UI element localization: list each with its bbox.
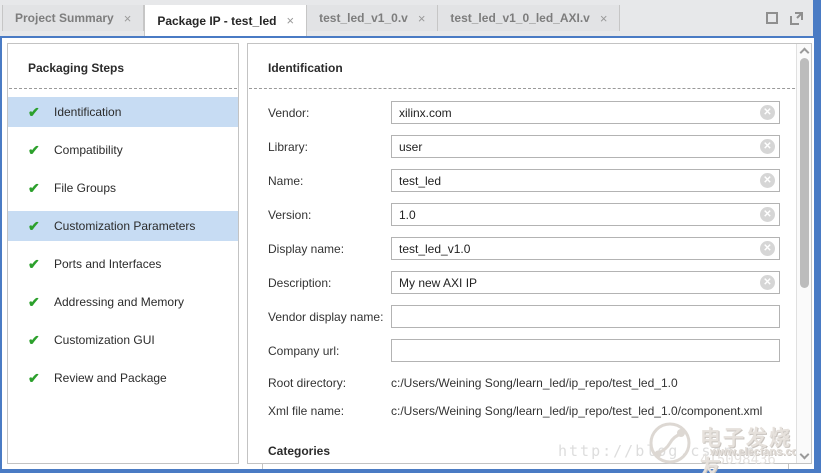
watermark-site-url: www.elecfans.com xyxy=(710,446,808,458)
identification-panel: Identification Vendor: ✕ Library: ✕ Name… xyxy=(247,43,812,464)
sidebar-item-compatibility[interactable]: ✔ Compatibility xyxy=(8,135,238,165)
sidebar-item-label: Ports and Interfaces xyxy=(54,257,161,271)
tab-package-ip[interactable]: Package IP - test_led × xyxy=(144,5,307,36)
sidebar-item-label: File Groups xyxy=(54,181,116,195)
float-window-icon[interactable] xyxy=(766,12,778,25)
sidebar-item-identification[interactable]: ✔ Identification xyxy=(8,97,238,127)
content-area: Packaging Steps ✔ Identification ✔ Compa… xyxy=(2,38,814,469)
categories-box xyxy=(262,463,789,469)
close-icon[interactable]: × xyxy=(416,12,428,25)
checkmark-icon: ✔ xyxy=(28,218,46,235)
checkmark-icon: ✔ xyxy=(28,294,46,311)
sidebar-item-file-groups[interactable]: ✔ File Groups xyxy=(8,173,238,203)
root-directory-label: Root directory: xyxy=(268,376,391,390)
name-row: Name: ✕ xyxy=(268,169,780,192)
close-icon[interactable]: × xyxy=(122,12,134,25)
vendor-display-name-field[interactable] xyxy=(391,305,780,328)
version-field[interactable] xyxy=(391,203,780,226)
library-label: Library: xyxy=(268,140,391,154)
xml-file-name-row: Xml file name: c:/Users/Weining Song/lea… xyxy=(268,403,762,419)
window-controls xyxy=(766,12,803,25)
clear-field-icon[interactable]: ✕ xyxy=(760,139,775,154)
identification-title: Identification xyxy=(268,61,343,75)
sidebar-item-label: Review and Package xyxy=(54,371,167,385)
clear-field-icon[interactable]: ✕ xyxy=(760,275,775,290)
vendor-field[interactable] xyxy=(391,101,780,124)
scrollbar-thumb[interactable] xyxy=(800,58,809,288)
separator xyxy=(9,88,237,89)
version-label: Version: xyxy=(268,208,391,222)
xml-file-name-label: Xml file name: xyxy=(268,404,391,418)
display-name-field[interactable] xyxy=(391,237,780,260)
tab-label: Package IP - test_led xyxy=(157,14,276,28)
vivado-package-ip-window: Project Summary × Package IP - test_led … xyxy=(0,0,821,473)
categories-title: Categories xyxy=(268,444,330,458)
vendor-label: Vendor: xyxy=(268,106,391,120)
checkmark-icon: ✔ xyxy=(28,256,46,273)
sidebar-item-review-and-package[interactable]: ✔ Review and Package xyxy=(8,363,238,393)
separator xyxy=(249,88,810,89)
clear-field-icon[interactable]: ✕ xyxy=(760,173,775,188)
checkmark-icon: ✔ xyxy=(28,332,46,349)
checkmark-icon: ✔ xyxy=(28,142,46,159)
vendor-display-name-row: Vendor display name: xyxy=(268,305,780,328)
sidebar-item-ports-and-interfaces[interactable]: ✔ Ports and Interfaces xyxy=(8,249,238,279)
description-field[interactable] xyxy=(391,271,780,294)
sidebar-item-customization-gui[interactable]: ✔ Customization GUI xyxy=(8,325,238,355)
tab-label: Project Summary xyxy=(15,11,114,25)
checkmark-icon: ✔ xyxy=(28,104,46,121)
company-url-field[interactable] xyxy=(391,339,780,362)
packaging-steps-list: ✔ Identification ✔ Compatibility ✔ File … xyxy=(8,97,238,401)
sidebar-item-label: Customization GUI xyxy=(54,333,155,347)
maximize-icon[interactable] xyxy=(790,12,803,25)
sidebar-title: Packaging Steps xyxy=(28,61,124,75)
root-directory-value: c:/Users/Weining Song/learn_led/ip_repo/… xyxy=(391,376,678,390)
library-field[interactable] xyxy=(391,135,780,158)
name-field[interactable] xyxy=(391,169,780,192)
sidebar-item-label: Identification xyxy=(54,105,121,119)
close-icon[interactable]: × xyxy=(598,12,610,25)
packaging-steps-panel: Packaging Steps ✔ Identification ✔ Compa… xyxy=(7,43,239,464)
root-directory-row: Root directory: c:/Users/Weining Song/le… xyxy=(268,375,678,391)
company-url-label: Company url: xyxy=(268,344,391,358)
vertical-scrollbar[interactable] xyxy=(796,44,811,463)
library-row: Library: ✕ xyxy=(268,135,780,158)
version-row: Version: ✕ xyxy=(268,203,780,226)
vendor-row: Vendor: ✕ xyxy=(268,101,780,124)
description-row: Description: ✕ xyxy=(268,271,780,294)
description-label: Description: xyxy=(268,276,391,290)
watermark-url: http://blog.csdn.n xyxy=(558,442,757,460)
vendor-display-name-label: Vendor display name: xyxy=(268,310,391,324)
sidebar-item-addressing-and-memory[interactable]: ✔ Addressing and Memory xyxy=(8,287,238,317)
close-icon[interactable]: × xyxy=(285,14,297,27)
checkmark-icon: ✔ xyxy=(28,180,46,197)
company-url-row: Company url: xyxy=(268,339,780,362)
name-label: Name: xyxy=(268,174,391,188)
scroll-down-icon[interactable] xyxy=(800,450,810,460)
checkmark-icon: ✔ xyxy=(28,370,46,387)
clear-field-icon[interactable]: ✕ xyxy=(760,241,775,256)
scroll-up-icon[interactable] xyxy=(800,48,810,58)
sidebar-item-label: Addressing and Memory xyxy=(54,295,184,309)
tab-label: test_led_v1_0_led_AXI.v xyxy=(450,11,589,25)
xml-file-name-value: c:/Users/Weining Song/learn_led/ip_repo/… xyxy=(391,404,762,418)
tab-label: test_led_v1_0.v xyxy=(319,11,408,25)
clear-field-icon[interactable]: ✕ xyxy=(760,207,775,222)
editor-tab-bar: Project Summary × Package IP - test_led … xyxy=(0,0,813,36)
display-name-row: Display name: ✕ xyxy=(268,237,780,260)
sidebar-item-label: Customization Parameters xyxy=(54,219,195,233)
tab-test-led-v1-0[interactable]: test_led_v1_0.v × xyxy=(307,5,438,31)
sidebar-item-customization-parameters[interactable]: ✔ Customization Parameters xyxy=(8,211,238,241)
display-name-label: Display name: xyxy=(268,242,391,256)
sidebar-item-label: Compatibility xyxy=(54,143,123,157)
tab-test-led-axi[interactable]: test_led_v1_0_led_AXI.v × xyxy=(438,5,620,31)
clear-field-icon[interactable]: ✕ xyxy=(760,105,775,120)
tab-project-summary[interactable]: Project Summary × xyxy=(2,5,144,31)
